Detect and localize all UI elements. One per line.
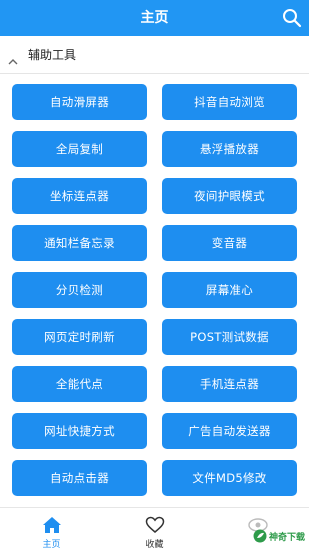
tool-button[interactable]: POST测试数据 <box>162 319 297 355</box>
section-title: 辅助工具 <box>28 48 77 62</box>
top-app-bar: 主页 <box>0 0 309 36</box>
tool-button[interactable]: 屏幕准心 <box>162 272 297 308</box>
tool-button[interactable]: 网址快捷方式 <box>12 413 147 449</box>
tool-button[interactable]: 坐标连点器 <box>12 178 147 214</box>
search-icon[interactable] <box>282 8 302 28</box>
watermark: 神奇下载 <box>253 528 305 544</box>
page-title: 主页 <box>140 10 169 26</box>
tool-button[interactable]: 分贝检测 <box>12 272 147 308</box>
chevron-up-icon <box>8 51 18 65</box>
tool-button[interactable]: 广告自动发送器 <box>162 413 297 449</box>
leaf-icon <box>253 529 267 543</box>
heart-icon <box>145 516 164 533</box>
nav-favorites[interactable]: 收藏 <box>103 508 206 550</box>
tool-button[interactable]: 网页定时刷新 <box>12 319 147 355</box>
tool-button[interactable]: 自动点击器 <box>12 460 147 496</box>
tool-button[interactable]: 抖音自动浏览 <box>162 84 297 120</box>
section-header[interactable]: 辅助工具 <box>0 36 309 74</box>
section-divider <box>0 73 309 74</box>
tool-button[interactable]: 悬浮播放器 <box>162 131 297 167</box>
tool-button[interactable]: 全能代点 <box>12 366 147 402</box>
tools-grid: 自动滑屏器 抖音自动浏览 全局复制 悬浮播放器 坐标连点器 夜间护眼模式 通知栏… <box>12 84 297 496</box>
tool-button[interactable]: 夜间护眼模式 <box>162 178 297 214</box>
nav-favorites-label: 收藏 <box>145 540 164 550</box>
nav-home[interactable]: 主页 <box>0 508 103 550</box>
tool-button[interactable]: 通知栏备忘录 <box>12 225 147 261</box>
tool-button[interactable]: 自动滑屏器 <box>12 84 147 120</box>
tool-button[interactable]: 变音器 <box>162 225 297 261</box>
tool-button[interactable]: 文件MD5修改 <box>162 460 297 496</box>
nav-home-label: 主页 <box>42 540 61 550</box>
watermark-text: 神奇下载 <box>268 532 305 543</box>
tool-button[interactable]: 全局复制 <box>12 131 147 167</box>
tool-button[interactable]: 手机连点器 <box>162 366 297 402</box>
home-icon <box>42 517 61 533</box>
app-root: 主页 辅助工具 自动滑屏器 抖音自动浏览 全局复制 悬浮播放器 坐标连点器 夜间… <box>0 0 309 550</box>
